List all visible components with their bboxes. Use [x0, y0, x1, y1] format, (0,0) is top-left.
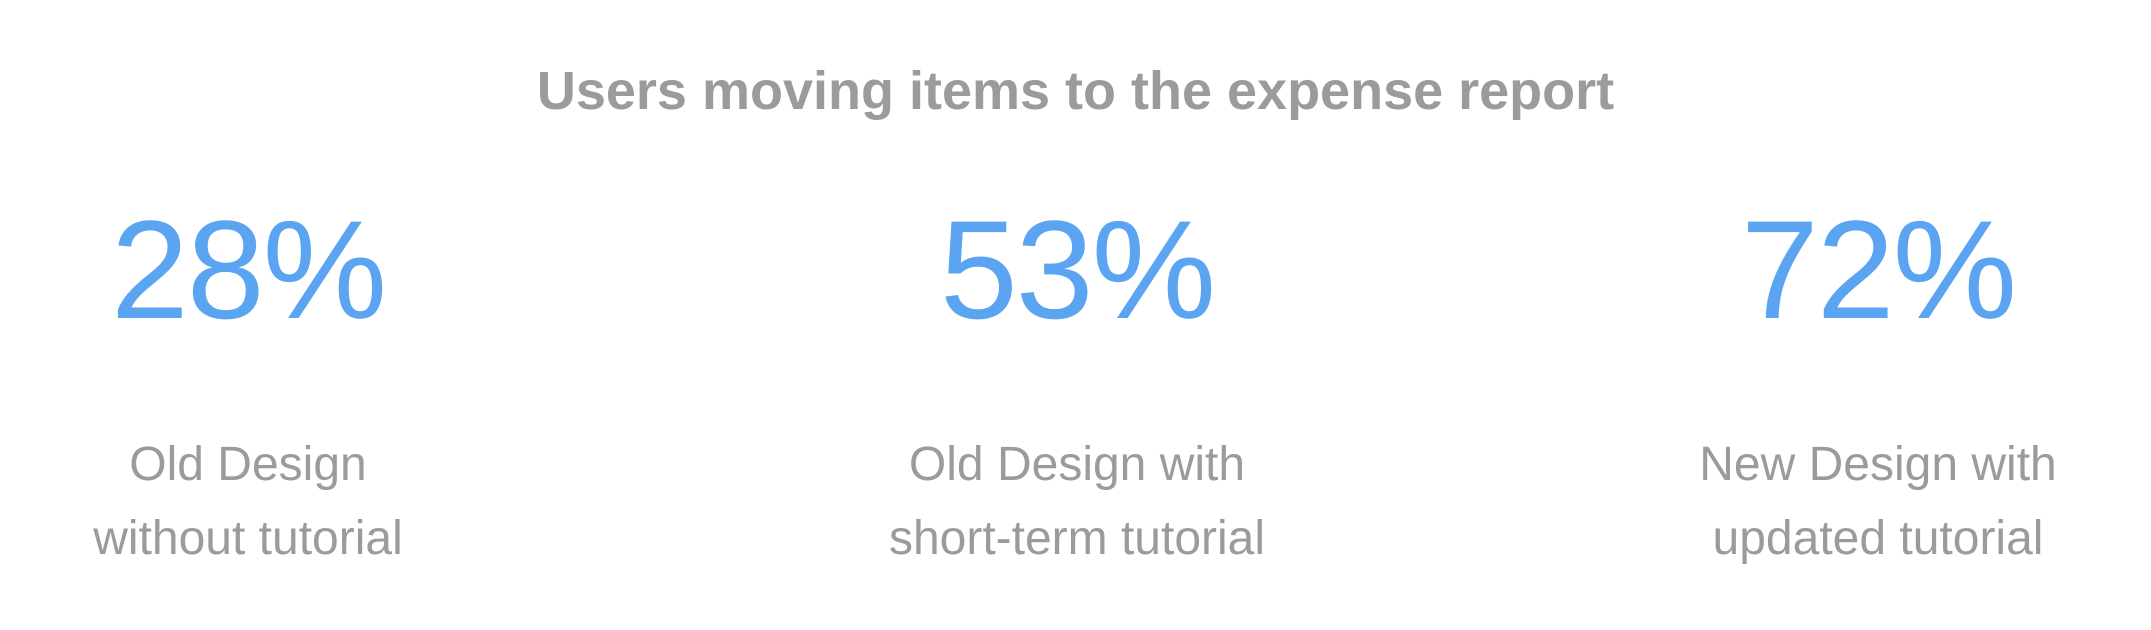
stat-old-design-without-tutorial: 28% Old Design without tutorial	[0, 200, 508, 576]
stat-label-line: New Design with	[1699, 438, 2057, 491]
stat-label-line: short-term tutorial	[888, 512, 1266, 565]
stat-label-line: without tutorial	[93, 512, 403, 565]
stat-label: Old Design with short-term tutorial	[817, 428, 1337, 576]
stat-new-design-with-updated-tutorial: 72% New Design with updated tutorial	[1618, 200, 2138, 576]
stat-label-line: Old Design	[129, 438, 367, 491]
stat-value: 53%	[939, 191, 1216, 348]
stat-label: New Design with updated tutorial	[1618, 428, 2138, 576]
stat-old-design-with-short-term-tutorial: 53% Old Design with short-term tutorial	[817, 200, 1337, 576]
page-title: Users moving items to the expense report	[536, 61, 1615, 121]
stat-value: 28%	[110, 191, 387, 348]
stat-label: Old Design without tutorial	[0, 428, 508, 576]
stat-label-line: Old Design with	[908, 438, 1246, 491]
stat-value: 72%	[1740, 191, 2017, 348]
infographic: Users moving items to the expense report…	[0, 0, 2151, 630]
stat-label-line: updated tutorial	[1712, 512, 2044, 565]
